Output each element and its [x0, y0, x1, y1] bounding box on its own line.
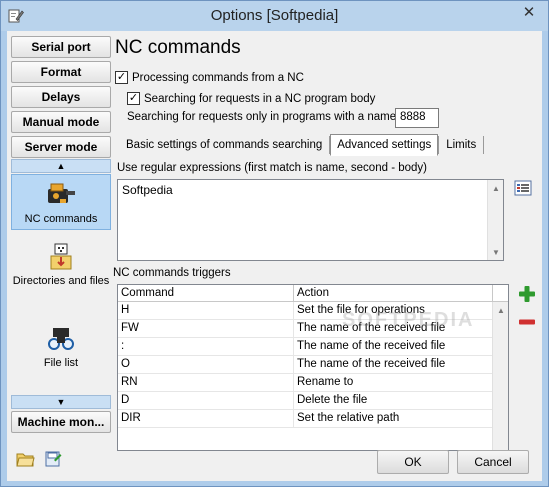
arrow-up-icon: ▲: [56, 161, 66, 171]
table-cell-action: The name of the received file: [294, 338, 493, 355]
processing-checkbox-row[interactable]: ✓ Processing commands from a NC: [115, 71, 304, 84]
search-name-row: Searching for requests only in programs …: [127, 111, 396, 123]
save-settings-button[interactable]: [41, 448, 65, 472]
table-cell-command: D: [118, 392, 294, 409]
close-button[interactable]: ✕: [516, 2, 542, 22]
dialog-body: Serial port Format Delays Manual mode Se…: [7, 31, 542, 481]
table-cell-command: O: [118, 356, 294, 373]
column-header-command[interactable]: Command: [118, 285, 294, 301]
title-bar[interactable]: Options [Softpedia] ✕: [1, 1, 548, 31]
table-cell-action: Delete the file: [294, 392, 493, 409]
watermark: SOFTPEDIA: [342, 309, 475, 331]
ok-button[interactable]: OK: [377, 450, 449, 474]
nav-button-delays[interactable]: Delays: [11, 86, 111, 108]
search-name-label: Searching for requests only in programs …: [127, 111, 397, 123]
nav-scroll-down[interactable]: ▼: [11, 395, 111, 409]
table-row[interactable]: O The name of the received file: [118, 356, 508, 374]
table-cell-command: FW: [118, 320, 294, 337]
arrow-down-icon: ▼: [56, 397, 66, 407]
folder-open-icon: [15, 449, 35, 472]
searching-checkbox-label: Searching for requests in a NC program b…: [144, 92, 376, 105]
table-cell-action: Set the relative path: [294, 410, 493, 427]
table-row[interactable]: RN Rename to: [118, 374, 508, 392]
regex-list-button[interactable]: [513, 179, 533, 199]
table-cell-command: RN: [118, 374, 294, 391]
table-scrollbar[interactable]: ▲: [492, 302, 508, 450]
nav-button-format[interactable]: Format: [11, 61, 111, 83]
file-list-icon: [45, 323, 77, 355]
table-row[interactable]: DIR Set the relative path: [118, 410, 508, 428]
nav-button-serial-port[interactable]: Serial port: [11, 36, 111, 58]
table-cell-command: DIR: [118, 410, 294, 427]
table-row[interactable]: D Delete the file: [118, 392, 508, 410]
nav-item-label: File list: [43, 357, 79, 369]
regex-textarea[interactable]: Softpedia ▲ ▼: [117, 179, 504, 261]
tab-bar: Basic settings of commands searching Adv…: [119, 134, 485, 156]
nav-button-server-mode[interactable]: Server mode: [11, 136, 111, 158]
close-icon: ✕: [522, 4, 536, 21]
minus-icon: [518, 313, 536, 334]
nav-icon-list: NC commands Directories and files File l…: [11, 173, 111, 411]
processing-checkbox-label: Processing commands from a NC: [132, 71, 304, 84]
left-nav: Serial port Format Delays Manual mode Se…: [11, 33, 111, 435]
scroll-down-icon[interactable]: ▼: [488, 244, 504, 260]
nc-commands-icon: [45, 179, 77, 211]
tab-advanced-settings[interactable]: Advanced settings: [330, 134, 439, 156]
nav-item-nc-commands[interactable]: NC commands: [11, 174, 111, 230]
nav-button-machine-monitor[interactable]: Machine mon...: [11, 411, 111, 433]
directories-icon: [45, 241, 77, 273]
regex-scrollbar[interactable]: ▲ ▼: [487, 180, 503, 260]
add-trigger-button[interactable]: [517, 285, 537, 305]
nav-item-label: NC commands: [24, 213, 98, 225]
remove-trigger-button[interactable]: [517, 313, 537, 333]
table-header: Command Action: [118, 285, 508, 302]
options-window: Options [Softpedia] ✕ Serial port Format…: [0, 0, 549, 487]
window-title: Options [Softpedia]: [210, 7, 339, 24]
triggers-label: NC commands triggers: [113, 267, 231, 279]
tab-separator: [483, 136, 485, 154]
column-header-action[interactable]: Action: [294, 285, 493, 301]
table-cell-action: The name of the received file: [294, 356, 493, 373]
page-title: NC commands: [115, 37, 241, 58]
tab-basic-settings[interactable]: Basic settings of commands searching: [119, 134, 329, 156]
scroll-up-icon[interactable]: ▲: [493, 302, 508, 318]
nav-item-label: Directories and files: [12, 275, 110, 287]
table-cell-command: H: [118, 302, 294, 319]
table-cell-action: Rename to: [294, 374, 493, 391]
tab-limits[interactable]: Limits: [439, 134, 483, 156]
save-icon: [43, 449, 63, 472]
processing-checkbox[interactable]: ✓: [115, 71, 128, 84]
program-name-input[interactable]: 8888: [395, 108, 439, 128]
table-cell-command: :: [118, 338, 294, 355]
scroll-up-icon[interactable]: ▲: [488, 180, 504, 196]
nav-scroll-up[interactable]: ▲: [11, 159, 111, 173]
nav-item-file-list[interactable]: File list: [11, 319, 111, 375]
nc-commands-panel: NC commands ✓ Processing commands from a…: [113, 31, 540, 451]
plus-icon: [518, 285, 536, 306]
searching-checkbox[interactable]: ✓: [127, 92, 140, 105]
nav-button-manual-mode[interactable]: Manual mode: [11, 111, 111, 133]
open-settings-button[interactable]: [13, 448, 37, 472]
searching-checkbox-row[interactable]: ✓ Searching for requests in a NC program…: [127, 92, 375, 105]
table-row[interactable]: : The name of the received file: [118, 338, 508, 356]
nav-item-directories-and-files[interactable]: Directories and files: [11, 237, 111, 297]
list-icon: [514, 179, 532, 200]
regex-text: Softpedia: [122, 183, 173, 197]
cancel-button[interactable]: Cancel: [457, 450, 529, 474]
regex-label: Use regular expressions (first match is …: [117, 162, 427, 174]
